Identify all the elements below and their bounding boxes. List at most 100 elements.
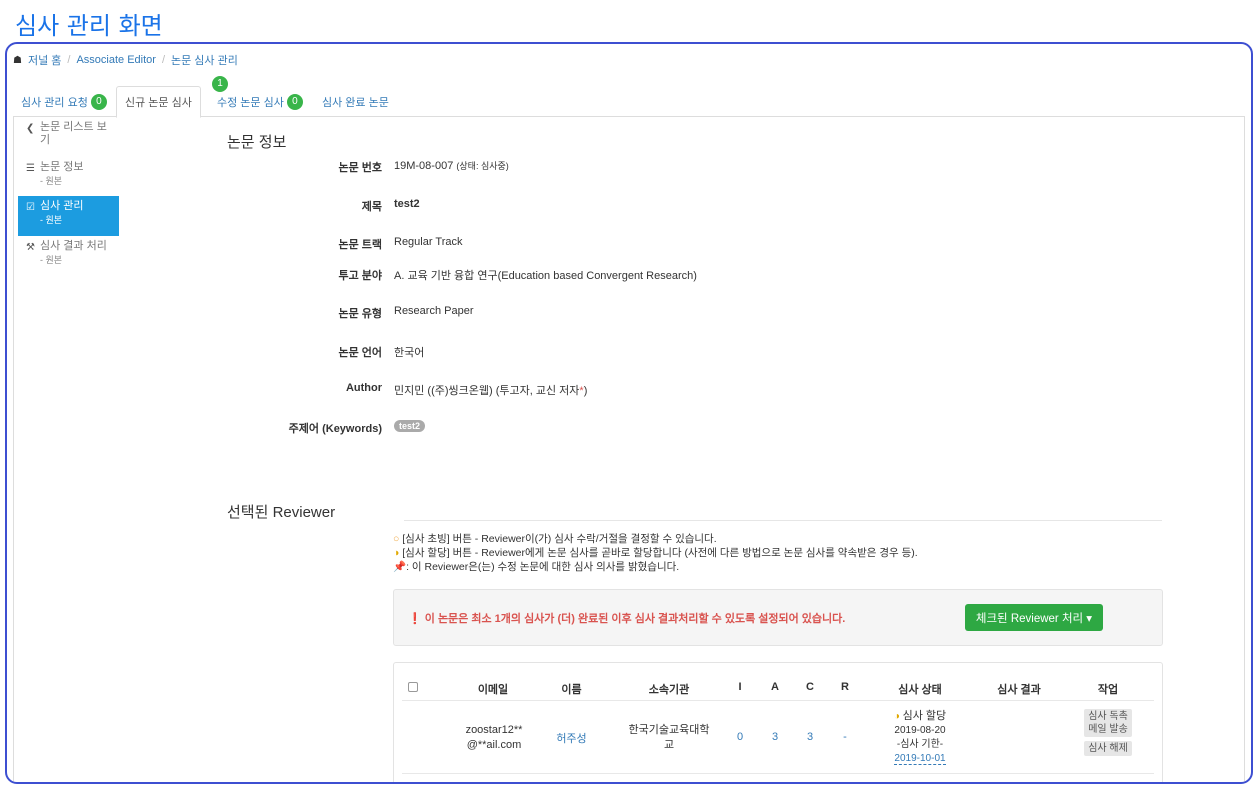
paper-number-label: 논문 번호 (338, 162, 382, 174)
org-part: 교 (663, 739, 675, 751)
review-state-cell: ◑ 심사 할당 2019-08-20 -심사 기한- 2019-10-01 (872, 709, 968, 766)
paper-title-value: test2 (394, 198, 420, 210)
paper-keywords-label: 주제어 (Keywords) (288, 423, 382, 435)
paper-author-value: 민지민 ((주)씽크온웹) (투고자, 교신 저자 (394, 385, 580, 397)
paper-field-label: 투고 분야 (338, 270, 382, 282)
process-checked-reviewer-button[interactable]: 체크된 Reviewer 처리 ▾ (965, 604, 1103, 631)
circle-icon: ○ (393, 533, 400, 545)
paper-status: (상태: 심사중) (456, 161, 509, 171)
count-i[interactable]: 0 (728, 731, 752, 743)
count-badge: 0 (90, 93, 107, 110)
breadcrumb-review-management[interactable]: 논문 심사 관리 (171, 52, 238, 68)
paper-author-label: Author (345, 382, 382, 394)
tab-revised-paper-review[interactable]: 1 수정 논문 심사 0 (209, 76, 311, 117)
reviewer-email: zoostar12** @**ail.com (424, 723, 564, 753)
col-header-c: C (806, 681, 814, 693)
tab-label: 심사 완료 논문 (322, 96, 389, 109)
remind-mail-button[interactable]: 심사 독촉 메일 발송 (1084, 709, 1132, 737)
selected-reviewer-heading: 선택된 Reviewer (227, 504, 336, 521)
pin-icon: 📌 (393, 561, 407, 573)
col-header-org: 소속기관 (648, 684, 690, 696)
count-r: - (843, 731, 847, 743)
paper-number-value: 19M-08-007 (394, 160, 454, 172)
paper-track-value: Regular Track (394, 236, 463, 248)
tab-new-paper-review[interactable]: 신규 논문 심사 (116, 86, 201, 118)
assign-date: 2019-08-20 (894, 725, 946, 736)
breadcrumb: ☗ 저널 홈 / Associate Editor / 논문 심사 관리 (13, 52, 238, 68)
email-part: zoostar12** (465, 724, 523, 736)
tab-completed-papers[interactable]: 심사 완료 논문 (314, 86, 397, 117)
sidebar-item-review-management[interactable]: ☑ 심사 관리 - 원본 (18, 196, 119, 236)
alert-panel: ❗ 이 논문은 최소 1개의 심사가 (더) 완료된 이후 심사 결과처리할 수… (393, 589, 1163, 646)
release-review-button[interactable]: 심사 해제 (1084, 741, 1132, 756)
paper-title-label: 제목 (361, 201, 382, 213)
paper-language-value: 한국어 (394, 347, 425, 359)
count-a[interactable]: 3 (763, 731, 787, 743)
tab-review-requests[interactable]: 심사 관리 요청 0 (13, 86, 115, 117)
sidebar-item-label: 논문 정보 (40, 161, 84, 173)
tab-label: 수정 논문 심사 (217, 96, 284, 109)
col-header-email: 이메일 (477, 684, 509, 696)
divider (404, 520, 1162, 521)
org-part: 한국기술교육대학 (628, 724, 710, 736)
half-circle-icon: ◑ (892, 781, 898, 782)
paper-type-value: Research Paper (394, 305, 474, 317)
deadline-label: -심사 기한- (896, 739, 944, 750)
paper-track-label: 논문 트랙 (338, 239, 382, 251)
sidebar-item-label: 심사 관리 (40, 200, 84, 212)
count-c[interactable]: 3 (798, 731, 822, 743)
select-all-checkbox[interactable] (408, 682, 418, 692)
sidebar-item-sub: - 원본 (40, 176, 63, 186)
paper-field-value: A. 교육 기반 융합 연구(Education based Convergen… (394, 270, 697, 282)
tab-label: 심사 관리 요청 (21, 96, 88, 109)
paper-author-close: ) (583, 385, 588, 397)
row-divider (402, 773, 1154, 774)
breadcrumb-journal-home[interactable]: 저널 홈 (28, 52, 61, 68)
col-header-review-result: 심사 결과 (997, 684, 1041, 696)
col-header-a: A (771, 681, 779, 693)
app-frame: ☗ 저널 홈 / Associate Editor / 논문 심사 관리 심사 … (5, 42, 1253, 784)
action-cell: 심사 독촉 메일 발송 심사 해제 (1078, 709, 1138, 756)
content-area: ❮ 논문 리스트 보기 ☰ 논문 정보 - 원본 ☑ 심사 관리 - 원본 ⚒ (13, 117, 1245, 782)
reviewer-table: 이메일 이름 소속기관 I A C R 심사 상태 심사 결과 작업 zoost… (393, 662, 1163, 782)
half-circle-icon: ◑ (393, 547, 400, 559)
breadcrumb-separator: / (161, 54, 165, 66)
chevron-left-icon: ❮ (26, 123, 35, 134)
deadline-date[interactable]: 2019-10-01 (894, 753, 946, 765)
sidebar-item-paper-info[interactable]: ☰ 논문 정보 - 원본 (18, 157, 119, 196)
reviewer-organization: 한국기술교육대학 교 (619, 723, 719, 753)
gavel-icon: ⚒ (26, 242, 35, 253)
sidebar-item-sub: - 원본 (40, 255, 63, 265)
reviewer-legend: ○ [심사 초빙] 버튼 - Reviewer이(가) 심사 수락/거절을 결정… (393, 532, 918, 574)
sidebar-item-label: 심사 결과 처리 (40, 240, 107, 252)
col-header-name: 이름 (561, 684, 582, 696)
breadcrumb-associate-editor[interactable]: Associate Editor (76, 54, 155, 66)
breadcrumb-separator: / (67, 54, 71, 66)
table-header-divider (402, 700, 1154, 701)
button-label: 메일 발송 (1088, 724, 1128, 735)
legend-revision: : 이 Reviewer은(는) 수정 논문에 대한 심사 의사를 밝혔습니다. (406, 561, 680, 573)
sidebar-item-sub: - 원본 (40, 215, 63, 225)
count-badge: 1 (212, 76, 228, 92)
col-header-action: 작업 (1097, 684, 1119, 696)
alert-message: ❗ 이 논문은 최소 1개의 심사가 (더) 완료된 이후 심사 결과처리할 수… (408, 610, 845, 626)
keyword-chip: test2 (394, 420, 426, 432)
page-title: 심사 관리 화면 (15, 12, 163, 40)
tab-bar: 심사 관리 요청 0 신규 논문 심사 1 수정 논문 심사 0 심사 완료 논… (13, 76, 1245, 118)
count-badge: 0 (286, 93, 303, 110)
legend-assign: [심사 할당] 버튼 - Reviewer에게 논문 심사를 곧바로 할당합니다… (402, 547, 918, 559)
sidebar-item-label: 논문 리스트 보기 (40, 121, 107, 146)
reviewer-name-link[interactable]: 허주성 (544, 730, 599, 746)
sidebar: ❮ 논문 리스트 보기 ☰ 논문 정보 - 원본 ☑ 심사 관리 - 원본 ⚒ (18, 117, 119, 286)
home-icon[interactable]: ☗ (13, 55, 22, 66)
sidebar-item-paper-list[interactable]: ❮ 논문 리스트 보기 (18, 117, 119, 157)
list-icon: ☰ (26, 163, 35, 174)
alert-text: 이 논문은 최소 1개의 심사가 (더) 완료된 이후 심사 결과처리할 수 있… (424, 613, 846, 625)
half-circle-icon: ◑ (893, 711, 900, 722)
sidebar-item-review-result[interactable]: ⚒ 심사 결과 처리 - 원본 (18, 236, 119, 286)
button-label: 심사 독촉 (1088, 711, 1128, 722)
exclamation-icon: ❗ (408, 613, 422, 625)
review-state: 심사 할당 (902, 710, 947, 722)
tab-label: 신규 논문 심사 (125, 97, 192, 109)
paper-info-heading: 논문 정보 (227, 134, 287, 151)
